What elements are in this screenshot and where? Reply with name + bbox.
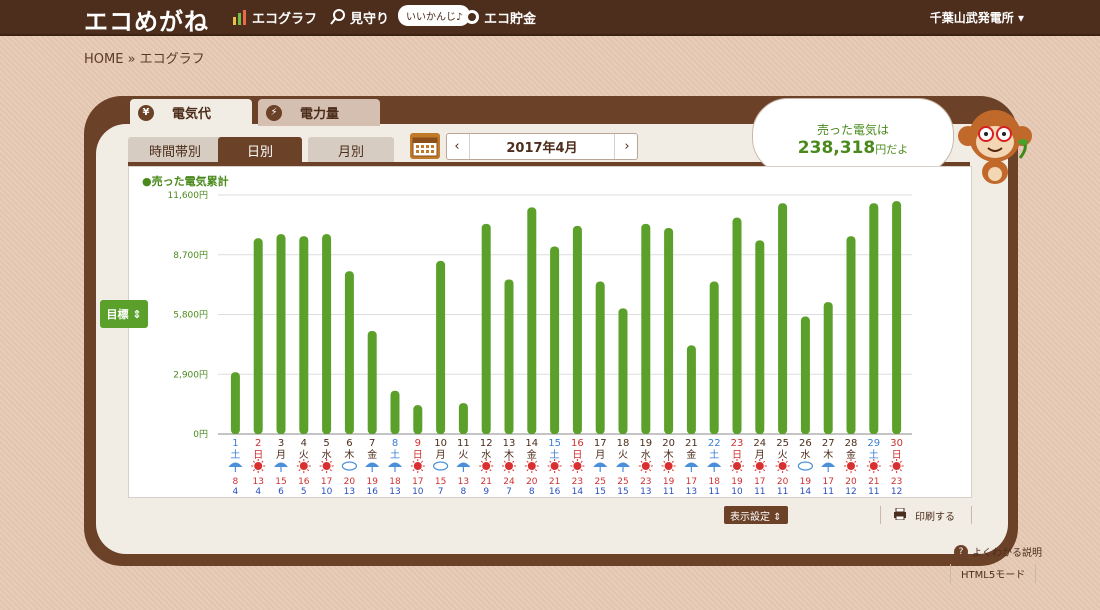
- sold-amount-line: 238,318円だよ: [753, 138, 953, 158]
- calendar-icon[interactable]: [410, 133, 440, 159]
- tab-power-amount[interactable]: ⚡ 電力量: [258, 99, 380, 126]
- yen-icon: ¥: [138, 104, 154, 121]
- current-month-label: 2017年4月: [469, 134, 615, 159]
- prev-month-button[interactable]: ‹: [447, 134, 467, 159]
- help-label: よくわかる説明: [972, 548, 1042, 559]
- nav-eco-graph[interactable]: エコグラフ: [232, 6, 317, 28]
- nav-label: エコ貯金: [484, 11, 537, 27]
- plant-selector[interactable]: 千葉山武発電所 ▾: [930, 9, 1024, 26]
- subtab-hourly[interactable]: 時間帯別: [128, 137, 222, 163]
- nav-eco-savings[interactable]: エコ貯金: [464, 6, 536, 28]
- question-icon: ?: [954, 544, 968, 559]
- sold-suffix: 円だよ: [875, 143, 909, 156]
- date-navigator: ‹ 2017年4月 ›: [446, 133, 638, 160]
- sold-electricity-bubble: 売った電気は 238,318円だよ: [752, 98, 954, 174]
- app-logo[interactable]: エコめがね: [84, 2, 209, 37]
- magnifier-icon: [330, 9, 346, 25]
- nav-label: 見守り: [350, 11, 390, 27]
- print-button[interactable]: 印刷する: [880, 506, 972, 524]
- top-navigation-bar: エコめがね エコグラフ 見守り いいかんじ♪ エコ貯金 千葉山武発電所 ▾: [0, 0, 1100, 36]
- tab-label: 電気代: [172, 107, 212, 122]
- subtab-monthly[interactable]: 月別: [308, 137, 394, 163]
- nav-label: エコグラフ: [252, 11, 318, 27]
- breadcrumb: HOME » エコグラフ: [84, 52, 205, 67]
- chart-card: [128, 166, 972, 498]
- chart-legend: ●売った電気累計: [142, 175, 229, 188]
- print-label: 印刷する: [915, 511, 955, 523]
- status-bubble: いいかんじ♪: [398, 5, 471, 26]
- sold-amount: 238,318: [797, 138, 876, 158]
- next-month-button[interactable]: ›: [617, 134, 637, 159]
- tab-electricity-cost[interactable]: ¥ 電気代: [130, 99, 252, 126]
- sold-label: 売った電気は: [816, 123, 889, 137]
- lightning-icon: ⚡: [266, 104, 282, 121]
- coin-icon: [464, 9, 480, 25]
- printer-icon: [893, 507, 907, 523]
- display-settings-button[interactable]: 表示設定 ⇕: [724, 506, 788, 524]
- help-link[interactable]: ? よくわかる説明: [954, 544, 1042, 559]
- html5-mode-link[interactable]: HTML5モード: [950, 564, 1037, 583]
- tab-label: 電力量: [300, 107, 340, 122]
- target-button[interactable]: 目標 ⇕: [100, 300, 148, 328]
- bar-chart-icon: [232, 9, 248, 25]
- subtab-daily[interactable]: 日別: [218, 137, 302, 163]
- nav-watch[interactable]: 見守り: [330, 6, 389, 28]
